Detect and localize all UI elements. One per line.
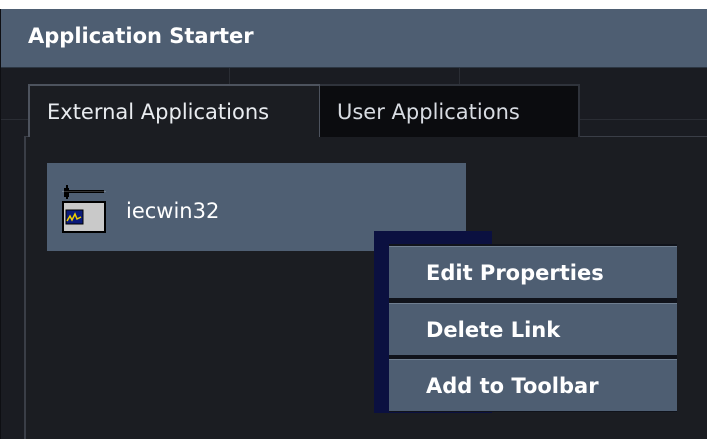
tab-label: User Applications: [337, 99, 520, 124]
app-label: iecwin32: [126, 199, 220, 223]
dialog-titlebar[interactable]: Application Starter: [1, 9, 707, 68]
menu-item-label: Edit Properties: [426, 260, 604, 285]
top-edge-strip: [0, 0, 707, 9]
menu-item-delete-link[interactable]: Delete Link: [389, 303, 677, 355]
menu-item-label: Delete Link: [426, 317, 561, 342]
tab-label: External Applications: [47, 99, 270, 124]
menu-item-label: Add to Toolbar: [426, 373, 599, 398]
context-menu: Edit Properties Delete Link Add to Toolb…: [389, 244, 677, 412]
tab-user-applications[interactable]: User Applications: [320, 84, 580, 137]
tab-external-applications[interactable]: External Applications: [28, 84, 320, 137]
dialog-title: Application Starter: [28, 24, 254, 48]
menu-item-edit-properties[interactable]: Edit Properties: [389, 246, 677, 298]
iecwin32-app-icon: [62, 185, 106, 233]
menu-item-add-to-toolbar[interactable]: Add to Toolbar: [389, 359, 677, 411]
